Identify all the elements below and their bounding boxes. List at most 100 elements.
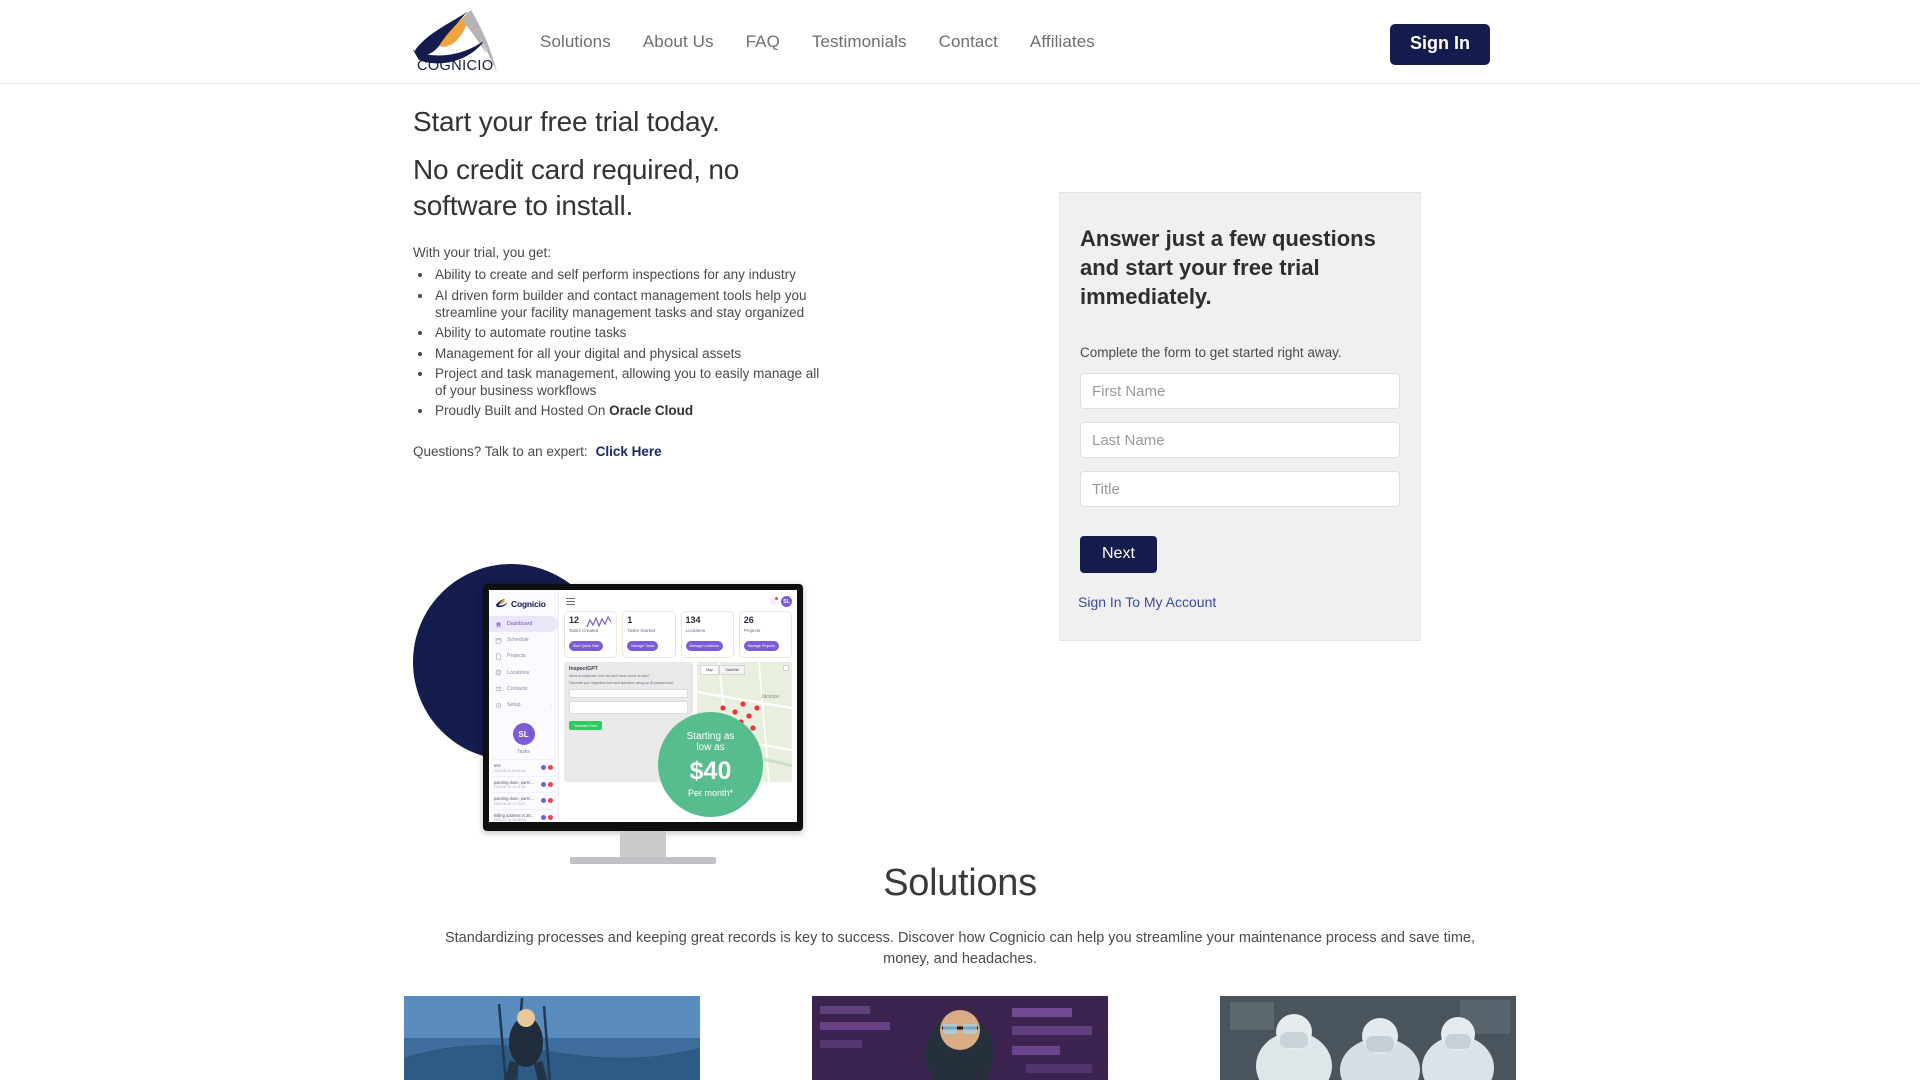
inspectgpt-subtitle-2: Generate your inspection form and questi…	[569, 680, 674, 685]
list-item: Ability to create and self perform inspe…	[433, 266, 833, 283]
construction-photo	[404, 996, 700, 1080]
map-tab-map[interactable]: Map	[700, 664, 720, 675]
delete-icon[interactable]	[548, 798, 553, 804]
first-name-input[interactable]	[1080, 373, 1400, 410]
solution-card-construction[interactable]	[404, 996, 700, 1080]
sign-in-account-link[interactable]: Sign In To My Account	[1078, 594, 1400, 610]
kpi-card-projects: 26 Projects Manage Projects	[738, 611, 792, 658]
kpi-action-button[interactable]: Manage Locations	[685, 640, 723, 652]
inspectgpt-input-2[interactable]	[569, 700, 688, 714]
click-here-link[interactable]: Click Here	[596, 444, 662, 459]
app-topbar: SL	[564, 595, 792, 608]
svg-text:Jackson: Jackson	[761, 694, 780, 700]
hero-heading-primary: Start your free trial today.	[413, 106, 720, 137]
trial-signup-form: Answer just a few questions and start yo…	[1059, 192, 1421, 642]
edit-icon[interactable]	[541, 798, 546, 804]
nav-item-affiliates[interactable]: Affiliates	[1030, 32, 1095, 52]
solution-card-healthcare[interactable]	[1220, 996, 1516, 1080]
landing-page: COGNICIO Solutions About Us FAQ Testimon…	[0, 0, 1920, 1080]
delete-icon[interactable]	[548, 814, 553, 820]
sidebar-item-label: Projects	[507, 653, 526, 660]
kpi-action-button[interactable]: Manage Tasks	[627, 640, 659, 652]
fullscreen-icon[interactable]	[783, 664, 789, 671]
app-topbar-right: SL	[770, 596, 792, 607]
hero-lead-text: With your trial, you get:	[413, 245, 552, 261]
kpi-cards: 12 Tasks Created Start Quick Task 1 Task…	[564, 611, 792, 658]
pricing-badge-top-line-1: Starting as	[686, 731, 735, 743]
nav-item-about-us[interactable]: About Us	[643, 32, 714, 52]
product-screenshot-illustration: Cognicio Dashboard Schedule Projects Loc…	[413, 564, 853, 884]
sidebar-item-locations[interactable]: Locations	[489, 665, 558, 681]
list-item[interactable]: painting done, parts ... 2023-04-30 17:33…	[492, 792, 555, 809]
talk-to-expert-label: Questions? Talk to an expert:	[413, 443, 588, 459]
kpi-value: 1	[627, 615, 633, 625]
list-item: Management for all your digital and phys…	[433, 345, 833, 362]
sidebar-item-label: Schedule	[507, 637, 529, 644]
sidebar-item-schedule[interactable]: Schedule	[489, 632, 558, 648]
list-item: Proudly Built and Hosted On Oracle Cloud	[433, 402, 833, 419]
nav-item-faq[interactable]: FAQ	[746, 32, 780, 52]
recent-tasks-list: test 2023-09-11 09:24:44 painting done, p…	[489, 755, 558, 822]
next-button[interactable]: Next	[1080, 536, 1157, 574]
sidebar-item-label: Dashboard	[507, 621, 533, 628]
edit-icon[interactable]	[541, 814, 546, 820]
kpi-action-button[interactable]: Manage Projects	[743, 640, 779, 652]
kpi-action-button[interactable]: Start Quick Task	[569, 640, 604, 652]
cognicio-logo[interactable]: COGNICIO	[405, 6, 509, 76]
logo-wordmark: COGNICIO	[417, 58, 494, 74]
inspectgpt-subtitle-1: Need an inspection form but don't know w…	[569, 673, 650, 678]
oracle-cloud-label: Oracle Cloud	[609, 403, 694, 419]
app-brand-label: Cognicio	[511, 598, 546, 609]
row-actions	[541, 798, 553, 804]
list-item[interactable]: Billing address is 20... 2023-12-02 13:48…	[492, 808, 555, 822]
hero-copy: Start your free trial today. No credit c…	[413, 104, 833, 459]
avatar: SL	[512, 723, 535, 746]
sidebar-item-dashboard[interactable]: Dashboard	[489, 616, 558, 633]
kpi-card-locations: 134 Locations Manage Locations	[680, 611, 734, 658]
last-name-input[interactable]	[1080, 422, 1400, 459]
list-item[interactable]: painting done, parts ... 2023-04-30 17:41…	[492, 775, 555, 793]
pricing-badge-top-line-2: low as	[696, 742, 725, 754]
site-header: COGNICIO Solutions About Us FAQ Testimon…	[0, 0, 1920, 84]
delete-icon[interactable]	[548, 781, 553, 787]
nav-item-testimonials[interactable]: Testimonials	[812, 32, 907, 52]
nav-item-contact[interactable]: Contact	[939, 32, 998, 52]
task-date: 2023-12-02 13:48:10	[494, 818, 526, 822]
sidebar-item-contacts[interactable]: Contacts	[489, 681, 558, 697]
task-date: 2023-04-30 17:41:52	[494, 785, 526, 790]
avatar[interactable]: SL	[781, 596, 792, 607]
sidebar-item-projects[interactable]: Projects	[489, 648, 558, 664]
generate-form-button[interactable]: Generate Form	[569, 721, 602, 731]
nav-item-solutions[interactable]: Solutions	[540, 32, 611, 52]
row-actions	[541, 765, 553, 771]
page-title: Solutions	[883, 862, 1037, 904]
title-input[interactable]	[1080, 471, 1400, 508]
sidebar-item-label: Contacts	[507, 685, 528, 692]
task-title: painting done, parts ...	[494, 796, 535, 802]
sidebar-item-setup[interactable]: Setup ›	[489, 697, 558, 713]
kpi-value: 26	[743, 615, 754, 625]
edit-icon[interactable]	[541, 765, 546, 771]
notification-bell-icon[interactable]	[770, 597, 778, 605]
talk-to-expert-row: Questions? Talk to an expert: Click Here	[413, 444, 833, 459]
form-heading: Answer just a few questions and start yo…	[1080, 226, 1376, 310]
map-tab-satellite[interactable]: Satellite	[719, 664, 745, 675]
monitor-mockup: Cognicio Dashboard Schedule Projects Loc…	[483, 584, 803, 864]
solution-card-technology[interactable]	[812, 996, 1108, 1080]
cognicio-mark-icon	[496, 598, 508, 608]
hero-heading-secondary: No credit card required, no software to …	[413, 153, 740, 221]
kpi-card-tasks-started: 1 Tasks Started Manage Tasks	[622, 611, 676, 658]
kpi-value: 134	[685, 615, 701, 625]
list-item[interactable]: test 2023-09-11 09:24:44	[492, 759, 555, 776]
app-sidebar: Cognicio Dashboard Schedule Projects Loc…	[489, 590, 559, 822]
technology-photo	[812, 996, 1108, 1080]
solutions-description: Standardizing processes and keeping grea…	[444, 930, 1476, 967]
sign-in-button[interactable]: Sign In	[1390, 24, 1490, 65]
sidebar-item-label: Locations	[507, 669, 530, 676]
kpi-label: Tasks Started	[627, 628, 656, 633]
hamburger-menu-icon[interactable]	[566, 597, 575, 607]
contacts-icon	[495, 687, 502, 692]
edit-icon[interactable]	[541, 781, 546, 787]
delete-icon[interactable]	[548, 765, 553, 771]
inspectgpt-input-1[interactable]	[569, 688, 688, 698]
